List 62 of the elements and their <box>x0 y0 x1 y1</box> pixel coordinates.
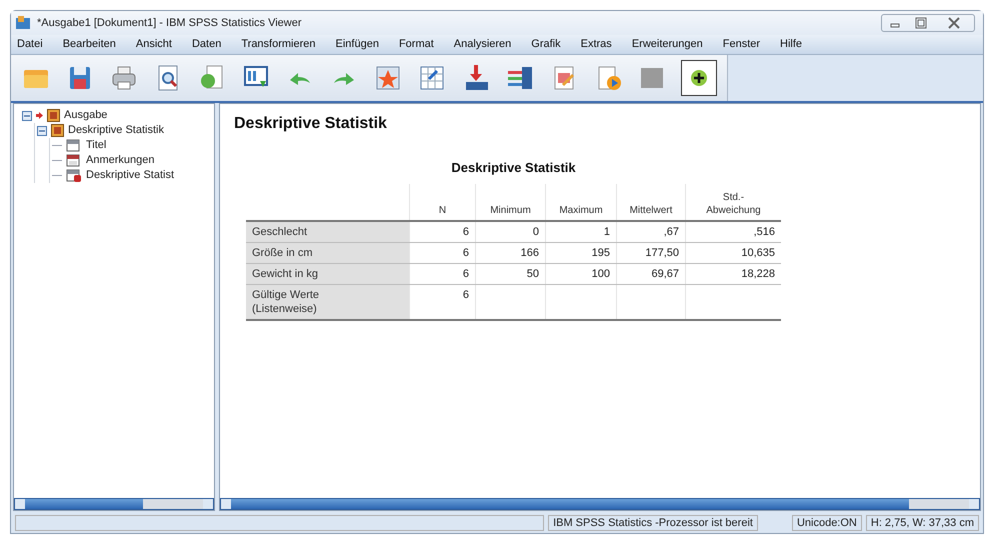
row-label: Geschlecht <box>252 224 308 238</box>
menu-item[interactable]: Transformieren <box>241 36 316 53</box>
outline-item[interactable]: Deskriptive Statist <box>86 167 174 184</box>
table-cell-text: ,67 <box>662 224 679 238</box>
menu-item[interactable]: Erweiterungen <box>632 36 703 53</box>
table-cell-text: 100 <box>590 266 610 280</box>
column-header: Maximum <box>559 204 603 216</box>
table-cell-text: 69,67 <box>650 266 679 280</box>
row-label: Gültige Werte (Listenweise) <box>252 288 320 316</box>
outline-item[interactable]: Ausgabe <box>64 107 108 124</box>
table-cell-text: 1 <box>602 224 610 238</box>
scrollbar[interactable] <box>220 498 980 510</box>
outline-item[interactable]: Deskriptive Statistik <box>68 122 164 139</box>
menu-item[interactable]: Extras <box>580 36 612 53</box>
table-cell-text: 6 <box>462 288 469 302</box>
table-cell-text: 6 <box>462 266 469 280</box>
book-icon <box>51 124 64 137</box>
column-header: Minimum <box>490 204 531 216</box>
menu-item[interactable]: Ansicht <box>136 36 172 53</box>
menu-item[interactable]: Datei <box>17 36 43 53</box>
status-text: IBM SPSS Statistics -Prozessor ist bereit <box>548 515 758 531</box>
table-cell-text: 195 <box>590 246 610 260</box>
row-label: Gewicht in kg <box>252 266 320 280</box>
app-icon <box>15 15 31 31</box>
menu-item[interactable]: Einfügen <box>336 36 379 53</box>
collapse-icon[interactable] <box>22 110 32 120</box>
row-label: Größe in cm <box>252 246 314 260</box>
column-header: Mittelwert <box>630 204 672 216</box>
scrollbar[interactable] <box>14 498 214 510</box>
status-text: H: 2,75, W: 37,33 cm <box>866 515 979 531</box>
table-title: Deskriptive Statistik <box>450 159 577 177</box>
window-title: *Ausgabe1 [Dokument1] - IBM SPSS Statistics Viewer <box>37 16 303 31</box>
table-cell-text: 50 <box>526 266 539 280</box>
menu-item[interactable]: Daten <box>192 36 222 53</box>
column-header: Std.- Abweichung <box>706 190 761 216</box>
document-icon <box>66 138 82 152</box>
collapse-icon[interactable] <box>37 126 47 136</box>
document-icon <box>66 168 82 182</box>
table-cell-text: 18,228 <box>740 266 775 280</box>
add-button[interactable] <box>681 60 717 96</box>
table-cell-text: 177,50 <box>644 246 679 260</box>
table-cell-text: 6 <box>462 224 469 238</box>
output-heading: Deskriptive Statistik <box>234 114 388 134</box>
table-cell-text: 6 <box>462 246 469 260</box>
menu-item[interactable]: Analysieren <box>454 36 512 53</box>
menu-item[interactable]: Format <box>398 36 434 53</box>
outline-item[interactable]: Titel <box>86 137 106 154</box>
plus-icon <box>690 69 708 87</box>
table-cell-text: 0 <box>532 224 539 238</box>
menu-item[interactable]: Fenster <box>722 36 760 53</box>
menu-item[interactable]: Grafik <box>531 36 561 53</box>
document-icon <box>66 154 82 168</box>
book-icon <box>47 109 60 122</box>
column-header: N <box>438 204 446 216</box>
table-cell-text: ,516 <box>752 224 775 238</box>
table-cell-text: 10,635 <box>740 246 775 260</box>
arrow-icon <box>36 112 43 119</box>
menu-item[interactable]: Bearbeiten <box>62 36 116 53</box>
table-cell-text: 166 <box>520 246 539 260</box>
status-text: Unicode:ON <box>792 515 862 531</box>
outline-item[interactable]: Anmerkungen <box>86 152 154 169</box>
menu-item[interactable]: Hilfe <box>780 36 802 53</box>
